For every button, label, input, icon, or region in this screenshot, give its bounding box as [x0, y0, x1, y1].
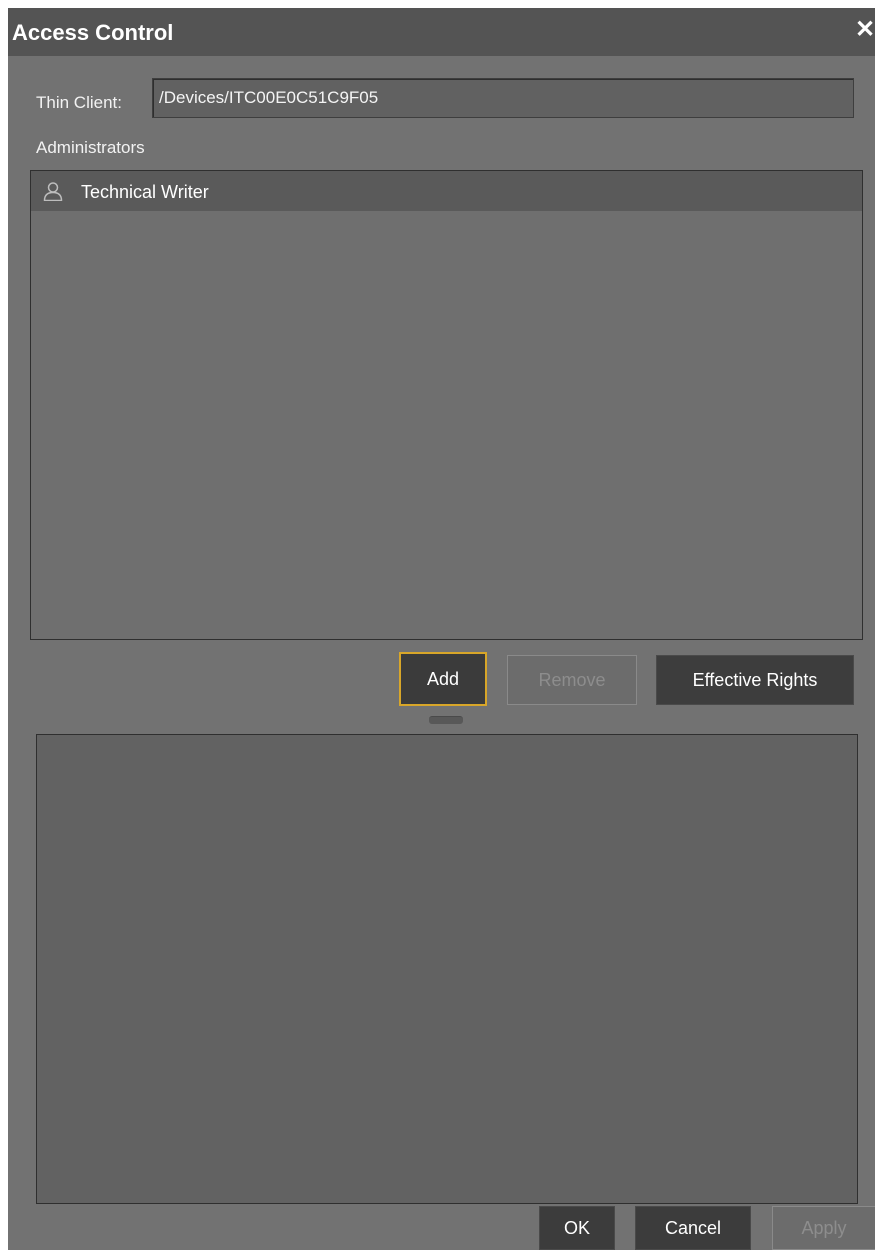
- user-icon: [43, 182, 63, 201]
- list-item[interactable]: Technical Writer: [31, 171, 862, 211]
- remove-button[interactable]: Remove: [507, 655, 637, 705]
- administrator-name: Technical Writer: [81, 182, 209, 202]
- apply-button[interactable]: Apply: [772, 1206, 875, 1250]
- administrators-list[interactable]: Technical Writer: [30, 170, 863, 640]
- access-control-dialog: Access Control ✕ Thin Client: Administra…: [8, 8, 875, 1250]
- effective-rights-button[interactable]: Effective Rights: [656, 655, 854, 705]
- cancel-button[interactable]: Cancel: [635, 1206, 751, 1250]
- dialog-title: Access Control: [12, 20, 174, 45]
- dialog-titlebar[interactable]: Access Control ✕: [8, 8, 875, 56]
- ok-button[interactable]: OK: [539, 1206, 615, 1250]
- thin-client-label: Thin Client:: [36, 93, 122, 112]
- thin-client-field[interactable]: [152, 78, 854, 118]
- splitter-handle[interactable]: [429, 716, 463, 724]
- administrators-label: Administrators: [36, 138, 145, 157]
- close-icon[interactable]: ✕: [855, 18, 875, 42]
- rights-panel[interactable]: [36, 734, 858, 1204]
- add-button[interactable]: Add: [399, 652, 487, 706]
